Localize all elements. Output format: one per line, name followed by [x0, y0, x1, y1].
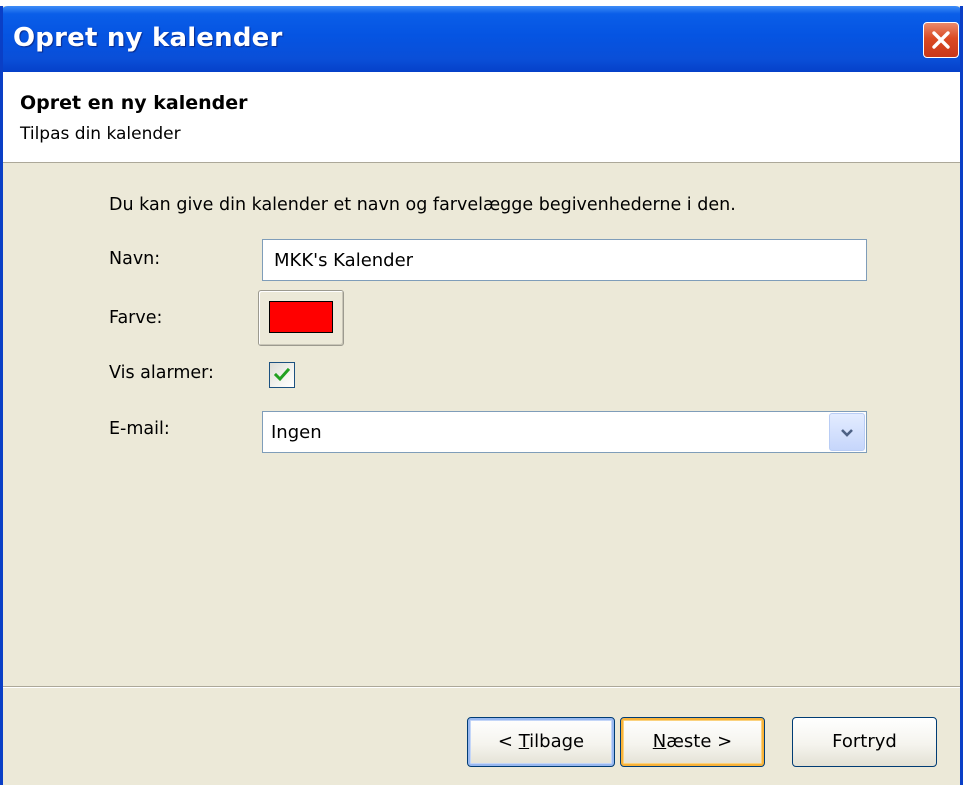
color-label: Farve: [109, 308, 163, 328]
checkmark-icon [273, 367, 291, 382]
name-label: Navn: [109, 249, 161, 269]
wizard-step-subtitle: Tilpas din kalender [20, 124, 181, 144]
intro-text: Du kan give din kalender et navn og farv… [109, 195, 736, 215]
show-alarms-checkbox[interactable] [269, 362, 295, 388]
footer-divider [3, 686, 960, 688]
dialog-window: Opret ny kalender Opret en ny kalender T… [0, 6, 963, 785]
email-label: E-mail: [109, 419, 170, 439]
title-bar[interactable]: Opret ny kalender [3, 6, 960, 72]
email-selected-value: Ingen [271, 422, 322, 443]
back-button-label: < Tilbage [497, 731, 585, 752]
next-button[interactable]: Næste > [620, 717, 765, 767]
show-alarms-label: Vis alarmer: [109, 363, 214, 383]
chevron-down-icon [841, 429, 853, 437]
cancel-button-label: Fortryd [832, 731, 897, 752]
cancel-button[interactable]: Fortryd [792, 717, 937, 767]
color-swatch [269, 301, 333, 333]
next-button-label: Næste > [652, 731, 733, 752]
window-title: Opret ny kalender [13, 23, 283, 53]
wizard-step-title: Opret en ny kalender [20, 92, 248, 114]
calendar-name-input[interactable] [262, 239, 867, 281]
dropdown-button[interactable] [829, 413, 865, 451]
close-button[interactable] [923, 22, 959, 58]
email-dropdown[interactable]: Ingen [262, 411, 867, 453]
close-icon [932, 31, 950, 49]
color-picker-button[interactable] [258, 290, 344, 346]
wizard-header: Opret en ny kalender Tilpas din kalender [3, 72, 960, 163]
back-button[interactable]: < Tilbage [467, 717, 615, 767]
